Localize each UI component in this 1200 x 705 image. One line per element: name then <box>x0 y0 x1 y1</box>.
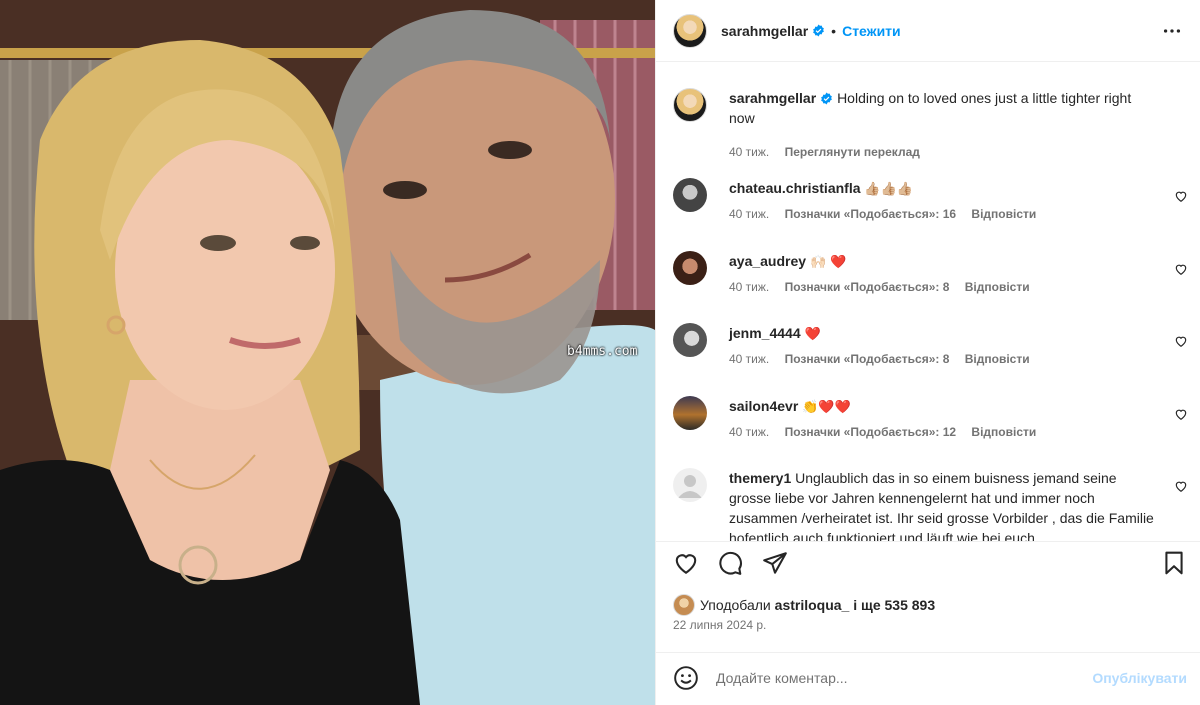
caption-author-avatar[interactable] <box>673 88 707 122</box>
like-comment-heart-icon[interactable] <box>1174 189 1188 203</box>
comment-text: 👏❤️❤️ <box>802 400 851 415</box>
comment-time[interactable]: 40 тиж. <box>729 352 769 366</box>
comment-text: Unglaublich das in so einem buisness jem… <box>729 470 1154 541</box>
author-avatar[interactable] <box>673 13 707 48</box>
reply-button[interactable]: Відповісти <box>965 280 1030 294</box>
like-heart-icon[interactable] <box>673 550 699 576</box>
author-info: sarahmgellar • Стежити <box>721 23 901 39</box>
commenter-avatar[interactable] <box>673 251 707 285</box>
post-header: sarahmgellar • Стежити <box>656 0 1200 62</box>
comment-likes-count[interactable]: Позначки «Подобається»: 12 <box>785 425 956 439</box>
comment-time[interactable]: 40 тиж. <box>729 280 769 294</box>
post-date[interactable]: 22 липня 2024 р. <box>673 618 766 632</box>
follow-button[interactable]: Стежити <box>842 23 901 39</box>
selfie-photo-illustration <box>0 0 655 705</box>
reply-button[interactable]: Відповісти <box>971 425 1036 439</box>
commenter-avatar[interactable] <box>673 323 707 357</box>
comment-likes-count[interactable]: Позначки «Подобається»: 8 <box>785 352 950 366</box>
comment-input[interactable] <box>716 667 1076 689</box>
share-send-icon[interactable] <box>762 550 788 576</box>
post-detail-panel: sarahmgellar • Стежити sarahmgellar Hold… <box>655 0 1200 705</box>
verified-badge-icon <box>821 92 833 105</box>
comment-time[interactable]: 40 тиж. <box>729 425 769 439</box>
author-username[interactable]: sarahmgellar <box>721 23 808 39</box>
comment-time[interactable]: 40 тиж. <box>729 207 769 221</box>
see-translation-link[interactable]: Переглянути переклад <box>785 145 920 159</box>
commenter-avatar[interactable] <box>673 178 707 212</box>
comment-text: 🙌🏻 ❤️ <box>809 255 847 270</box>
commenter-username[interactable]: sailon4evr <box>729 398 798 414</box>
reply-button[interactable]: Відповісти <box>965 352 1030 366</box>
comment-likes-count[interactable]: Позначки «Подобається»: 16 <box>785 207 956 221</box>
post-actions-bar <box>656 542 1200 586</box>
commenter-avatar[interactable] <box>673 396 707 430</box>
like-comment-heart-icon[interactable] <box>1174 479 1188 493</box>
caption-time[interactable]: 40 тиж. <box>729 145 769 159</box>
commenter-username[interactable]: aya_audrey <box>729 253 806 269</box>
like-comment-heart-icon[interactable] <box>1174 334 1188 348</box>
watermark-text: b4mms.com <box>567 344 638 359</box>
default-user-icon <box>678 475 702 498</box>
publish-button[interactable]: Опублікувати <box>1092 670 1187 686</box>
comment-likes-count[interactable]: Позначки «Подобається»: 8 <box>785 280 950 294</box>
post-photo[interactable]: b4mms.com <box>0 0 655 705</box>
comment-text: ❤️ <box>804 327 821 342</box>
likes-prefix: Уподобали <box>700 597 771 613</box>
reply-button[interactable]: Відповісти <box>971 207 1036 221</box>
save-bookmark-icon[interactable] <box>1161 550 1187 576</box>
comment-text: 👍🏼👍🏼👍🏼 <box>864 182 913 197</box>
separator-dot: • <box>831 22 837 39</box>
comments-list[interactable]: sarahmgellar Holding on to loved ones ju… <box>656 63 1200 541</box>
verified-badge-icon <box>813 24 825 37</box>
commenter-username[interactable]: chateau.christianfla <box>729 180 861 196</box>
emoji-smile-icon[interactable] <box>673 665 699 691</box>
commenter-username[interactable]: themery1 <box>729 470 791 486</box>
commenter-avatar[interactable] <box>673 468 707 502</box>
liker-username[interactable]: astriloqua_ <box>775 597 850 613</box>
caption-username[interactable]: sarahmgellar <box>729 90 816 106</box>
add-comment-bar: Опублікувати <box>656 652 1200 705</box>
comment-bubble-icon[interactable] <box>717 550 743 576</box>
liker-avatar[interactable] <box>673 594 695 616</box>
likes-summary: Уподобали astriloqua_ і ще 535 893 <box>673 594 935 616</box>
more-options-icon[interactable] <box>1161 20 1183 42</box>
like-comment-heart-icon[interactable] <box>1174 262 1188 276</box>
likes-others-count[interactable]: і ще 535 893 <box>853 597 935 613</box>
like-comment-heart-icon[interactable] <box>1174 407 1188 421</box>
commenter-username[interactable]: jenm_4444 <box>729 325 801 341</box>
